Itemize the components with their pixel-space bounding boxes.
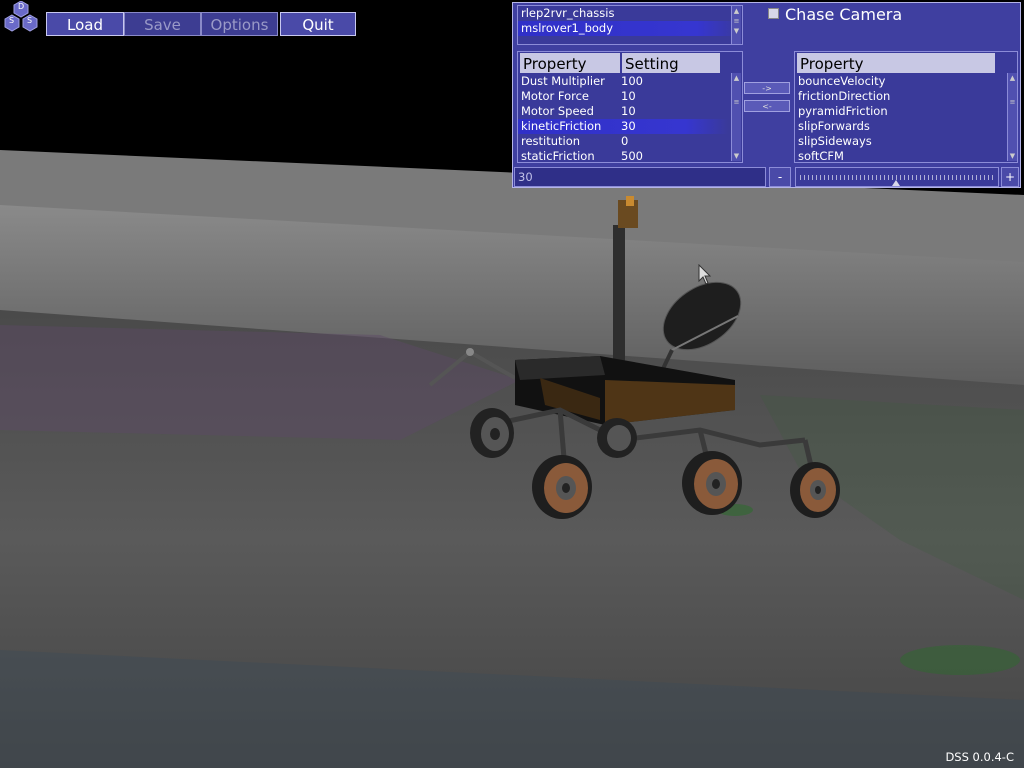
scroll-thumb-icon[interactable]: ≡ xyxy=(732,16,741,26)
dss-logo: D S S xyxy=(1,0,41,33)
options-button[interactable]: Options xyxy=(201,12,278,36)
body-list-scrollbar[interactable]: ▲ ≡ ▼ xyxy=(731,6,741,44)
property-setting: 10 xyxy=(621,89,636,103)
property-row[interactable]: Motor Force 10 xyxy=(518,89,728,104)
column-header-property[interactable]: Property xyxy=(797,53,995,73)
body-list[interactable]: rlep2rvr_chassis mslrover1_body xyxy=(517,5,743,45)
version-label: DSS 0.0.4-C xyxy=(945,750,1014,764)
property-setting: 100 xyxy=(621,74,643,88)
scroll-thumb-icon[interactable]: ≡ xyxy=(732,97,741,107)
scroll-up-icon[interactable]: ▲ xyxy=(732,6,741,16)
property-setting: 500 xyxy=(621,149,643,163)
property-setting: 10 xyxy=(621,104,636,118)
add-property-button[interactable]: -> xyxy=(744,82,790,94)
property-setting: 30 xyxy=(621,119,636,133)
property-row[interactable]: Dust Multiplier 100 xyxy=(518,74,728,89)
property-name: kineticFriction xyxy=(521,119,602,133)
load-button[interactable]: Load xyxy=(46,12,124,36)
property-rows: Dust Multiplier 100 Motor Force 10 Motor S… xyxy=(518,74,728,163)
property-name: restitution xyxy=(521,134,581,148)
slider-thumb-icon[interactable] xyxy=(892,180,901,186)
available-property-row[interactable]: slipSideways xyxy=(795,134,1005,149)
scroll-up-icon[interactable]: ▲ xyxy=(1008,73,1017,83)
scroll-thumb-icon[interactable]: ≡ xyxy=(1008,97,1017,107)
property-row[interactable]: staticFriction 500 xyxy=(518,149,728,163)
property-table-left[interactable]: Property Setting Dust Multiplier 100 Moto… xyxy=(517,51,743,163)
logo-letter-d: D xyxy=(18,2,25,11)
decrement-button[interactable]: - xyxy=(769,167,791,187)
property-setting: 0 xyxy=(621,134,629,148)
logo-letter-s-right: S xyxy=(27,16,33,25)
available-property-row[interactable]: slipForwards xyxy=(795,119,1005,134)
increment-button[interactable]: + xyxy=(1001,167,1019,187)
property-row[interactable]: Motor Speed 10 xyxy=(518,104,728,119)
column-header-property[interactable]: Property xyxy=(520,53,620,73)
property-row[interactable]: restitution 0 xyxy=(518,134,728,149)
column-header-setting[interactable]: Setting xyxy=(622,53,720,73)
property-table-right[interactable]: Property bounceVelocity frictionDirectio… xyxy=(794,51,1018,163)
scroll-down-icon[interactable]: ▼ xyxy=(732,26,741,36)
available-property-row[interactable]: pyramidFriction xyxy=(795,104,1005,119)
property-name: Motor Force xyxy=(521,89,590,103)
chase-camera-label: Chase Camera xyxy=(785,5,903,24)
body-list-item[interactable]: rlep2rvr_chassis xyxy=(518,6,742,21)
scroll-up-icon[interactable]: ▲ xyxy=(732,73,741,83)
available-property-row[interactable]: bounceVelocity xyxy=(795,74,1005,89)
quit-button[interactable]: Quit xyxy=(280,12,356,36)
value-slider[interactable] xyxy=(795,167,999,187)
property-row-selected[interactable]: kineticFriction 30 xyxy=(518,119,728,134)
property-table-right-scrollbar[interactable]: ▲ ≡ ▼ xyxy=(1007,73,1017,161)
scroll-down-icon[interactable]: ▼ xyxy=(1008,151,1017,161)
available-property-row[interactable]: softCFM xyxy=(795,149,1005,162)
mouse-cursor-icon xyxy=(698,264,712,285)
save-button[interactable]: Save xyxy=(124,12,201,36)
available-property-rows: bounceVelocity frictionDirection pyramid… xyxy=(795,74,1005,162)
property-panel: rlep2rvr_chassis mslrover1_body ▲ ≡ ▼ Ch… xyxy=(512,2,1021,188)
property-name: Dust Multiplier xyxy=(521,74,605,88)
value-input[interactable]: 30 xyxy=(514,167,766,187)
available-property-row[interactable]: frictionDirection xyxy=(795,89,1005,104)
chase-camera-checkbox[interactable] xyxy=(768,8,779,19)
logo-letter-s-left: S xyxy=(9,16,15,25)
property-name: Motor Speed xyxy=(521,104,594,118)
scroll-down-icon[interactable]: ▼ xyxy=(732,151,741,161)
remove-property-button[interactable]: <- xyxy=(744,100,790,112)
body-list-item-selected[interactable]: mslrover1_body xyxy=(518,21,742,36)
property-name: staticFriction xyxy=(521,149,595,163)
property-table-left-scrollbar[interactable]: ▲ ≡ ▼ xyxy=(731,73,741,161)
